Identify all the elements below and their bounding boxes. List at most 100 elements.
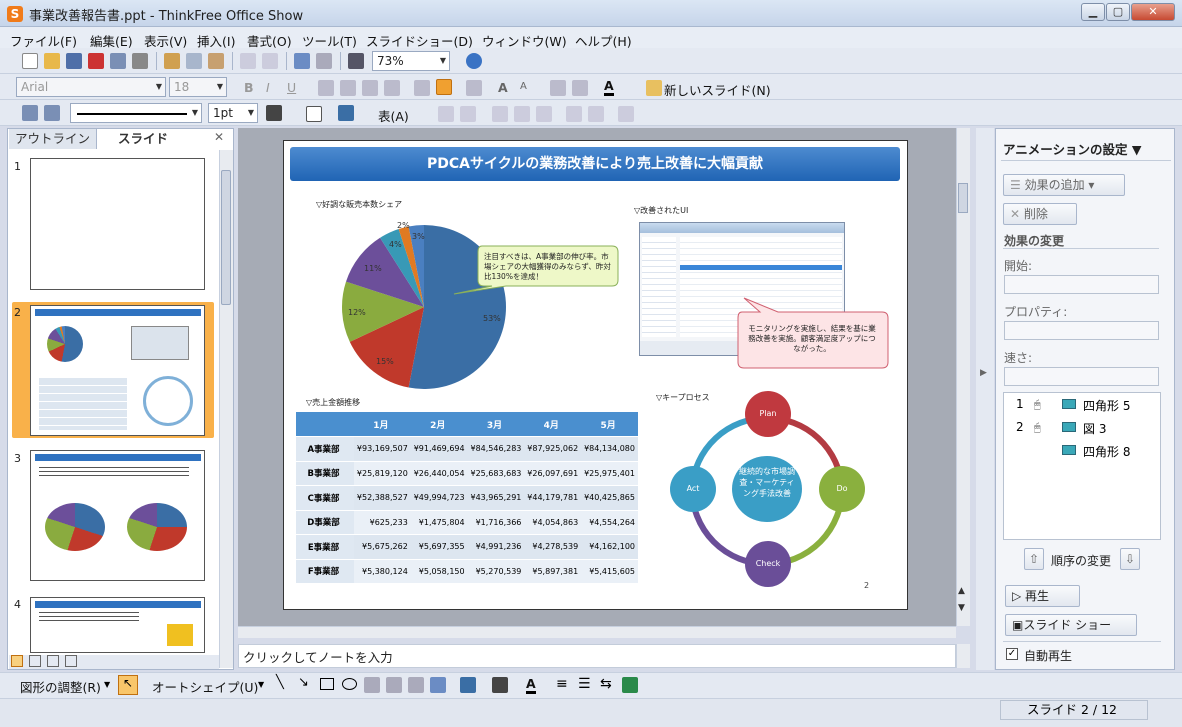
ellipse-tool-icon[interactable] <box>342 678 357 690</box>
anim-item-name[interactable]: 四角形 8 <box>1083 443 1130 460</box>
paste-icon[interactable] <box>208 53 224 69</box>
maximize-button[interactable]: ▢ <box>1106 3 1130 21</box>
increase-font-button[interactable]: A <box>498 80 508 95</box>
animation-panel-title[interactable]: アニメーションの設定 ▼ <box>1003 139 1141 158</box>
slide-vscroll-thumb[interactable] <box>958 183 968 213</box>
valign-bottom-icon[interactable] <box>536 106 552 122</box>
select-pointer-icon[interactable]: ↖ <box>118 675 138 695</box>
slide-hscrollbar[interactable] <box>238 626 956 638</box>
slideshow-view-icon[interactable] <box>47 655 59 667</box>
callout1-text[interactable]: 注目すべきは、A事業部の伸び率。市場シェアの大幅獲得のみならず、昨対比130%を… <box>480 248 616 286</box>
slide-thumbnail-2[interactable] <box>30 305 205 436</box>
undo-icon[interactable] <box>240 53 256 69</box>
decrease-font-button[interactable]: A <box>520 81 527 92</box>
anim-item-name[interactable]: 四角形 5 <box>1083 397 1130 414</box>
new-slide-button[interactable]: 新しいスライド(N) <box>664 80 771 99</box>
table-settings-icon[interactable] <box>618 106 634 122</box>
align-center-icon[interactable] <box>340 80 356 96</box>
bold-button[interactable]: B <box>244 80 254 95</box>
slide-thumbnail-3[interactable] <box>30 450 205 581</box>
bullets-icon[interactable] <box>466 80 482 96</box>
wordart-tool-icon[interactable] <box>386 677 402 693</box>
line-color-icon[interactable] <box>492 677 508 693</box>
distribute-rows-icon[interactable] <box>588 106 604 122</box>
close-panel-icon[interactable]: ✕ <box>214 130 224 144</box>
normal-view-icon[interactable] <box>11 655 23 667</box>
justify-icon[interactable] <box>384 80 400 96</box>
cycle-act[interactable]: Act <box>670 466 716 512</box>
fill-color-icon[interactable] <box>460 677 476 693</box>
prev-slide-icon[interactable]: ▲ <box>958 586 965 596</box>
font-color-icon[interactable]: A <box>526 676 536 694</box>
callout2-text[interactable]: モニタリングを実施し、結果を基に業務改善を実施。顧客満足度アップにつながった。 <box>742 320 882 358</box>
align-right-icon[interactable] <box>362 80 378 96</box>
clipart-tool-icon[interactable] <box>408 677 424 693</box>
tab-slides[interactable]: スライド <box>98 129 188 149</box>
underline-button[interactable]: U <box>287 80 296 95</box>
border-icon[interactable] <box>306 106 322 122</box>
font-color-button[interactable]: A <box>604 78 614 96</box>
redo-icon[interactable] <box>262 53 278 69</box>
notes-scrollbar[interactable] <box>956 644 970 668</box>
dash-style-icon[interactable]: ☰ <box>578 676 591 692</box>
save-icon[interactable] <box>66 53 82 69</box>
edit-shape-icon[interactable] <box>22 105 38 121</box>
align-left-icon[interactable] <box>318 80 334 96</box>
minimize-button[interactable]: ▁ <box>1081 3 1105 21</box>
new-icon[interactable] <box>22 53 38 69</box>
fill-color-icon[interactable] <box>338 105 354 121</box>
animation-list[interactable] <box>1003 392 1161 540</box>
move-up-icon[interactable]: ⇧ <box>1024 548 1044 570</box>
pdf-icon[interactable] <box>88 53 104 69</box>
tab-outline[interactable]: アウトライン <box>9 129 97 149</box>
merge-icon[interactable] <box>460 106 476 122</box>
line-style-select[interactable]: ▼ <box>70 103 202 123</box>
notes-input[interactable]: クリックしてノートを入力 <box>238 644 956 668</box>
slide-thumbnail-4[interactable] <box>30 597 205 653</box>
panel-splitter[interactable] <box>976 128 994 670</box>
zoom-select[interactable]: 73% ▼ <box>372 51 450 71</box>
line-width-select[interactable]: 1pt ▼ <box>208 103 258 123</box>
autofit-icon[interactable] <box>436 79 452 95</box>
print-icon[interactable] <box>132 53 148 69</box>
slideshow-button[interactable]: ▣スライド ショー <box>1005 614 1137 636</box>
valign-middle-icon[interactable] <box>514 106 530 122</box>
line-style-icon[interactable]: ≡ <box>556 676 568 692</box>
add-effect-button[interactable]: ☰ 効果の追加 ▾ <box>1003 174 1125 196</box>
next-slide-icon[interactable]: ▼ <box>958 603 965 613</box>
rectangle-tool-icon[interactable] <box>320 678 334 690</box>
grid-icon[interactable] <box>348 53 364 69</box>
revenue-table[interactable]: 1月 2月 3月 4月 5月 A事業部 ¥93,169,507 ¥91,469,… <box>296 412 638 584</box>
sorter-view-icon[interactable] <box>29 655 41 667</box>
valign-top-icon[interactable] <box>492 106 508 122</box>
anim-item-name[interactable]: 図 3 <box>1083 420 1106 437</box>
cycle-do[interactable]: Do <box>819 466 865 512</box>
new-slide-icon[interactable] <box>646 80 662 96</box>
font-select[interactable]: Arial ▼ <box>16 77 166 97</box>
indent-decrease-icon[interactable] <box>550 80 566 96</box>
property-select[interactable] <box>1004 321 1159 340</box>
close-button[interactable]: ✕ <box>1131 3 1175 21</box>
line-color-icon[interactable] <box>266 105 282 121</box>
copy-page-icon[interactable] <box>110 53 126 69</box>
textbox-tool-icon[interactable] <box>364 677 380 693</box>
table-icon[interactable] <box>294 53 310 69</box>
speed-select[interactable] <box>1004 367 1159 386</box>
help-icon[interactable] <box>466 53 482 69</box>
slides-scroll-thumb[interactable] <box>221 170 231 305</box>
picture-tool-icon[interactable] <box>430 677 446 693</box>
cycle-check[interactable]: Check <box>745 541 791 587</box>
expand-icon[interactable]: ▶ <box>980 368 987 378</box>
indent-increase-icon[interactable] <box>572 80 588 96</box>
notes-view-icon[interactable] <box>65 655 77 667</box>
arrow-style-icon[interactable]: ⇆ <box>600 676 612 692</box>
copy-icon[interactable] <box>186 53 202 69</box>
open-icon[interactable] <box>44 53 60 69</box>
arrow-tool-icon[interactable]: ↘ <box>298 675 309 690</box>
shape-style-icon[interactable] <box>44 105 60 121</box>
line-tool-icon[interactable]: ╲ <box>276 675 284 690</box>
shadow-icon[interactable] <box>622 677 638 693</box>
move-down-icon[interactable]: ⇩ <box>1120 548 1140 570</box>
slide-title[interactable]: PDCAサイクルの業務改善により売上改善に大幅貢献 <box>290 147 900 181</box>
font-size-select[interactable]: 18 ▼ <box>169 77 227 97</box>
